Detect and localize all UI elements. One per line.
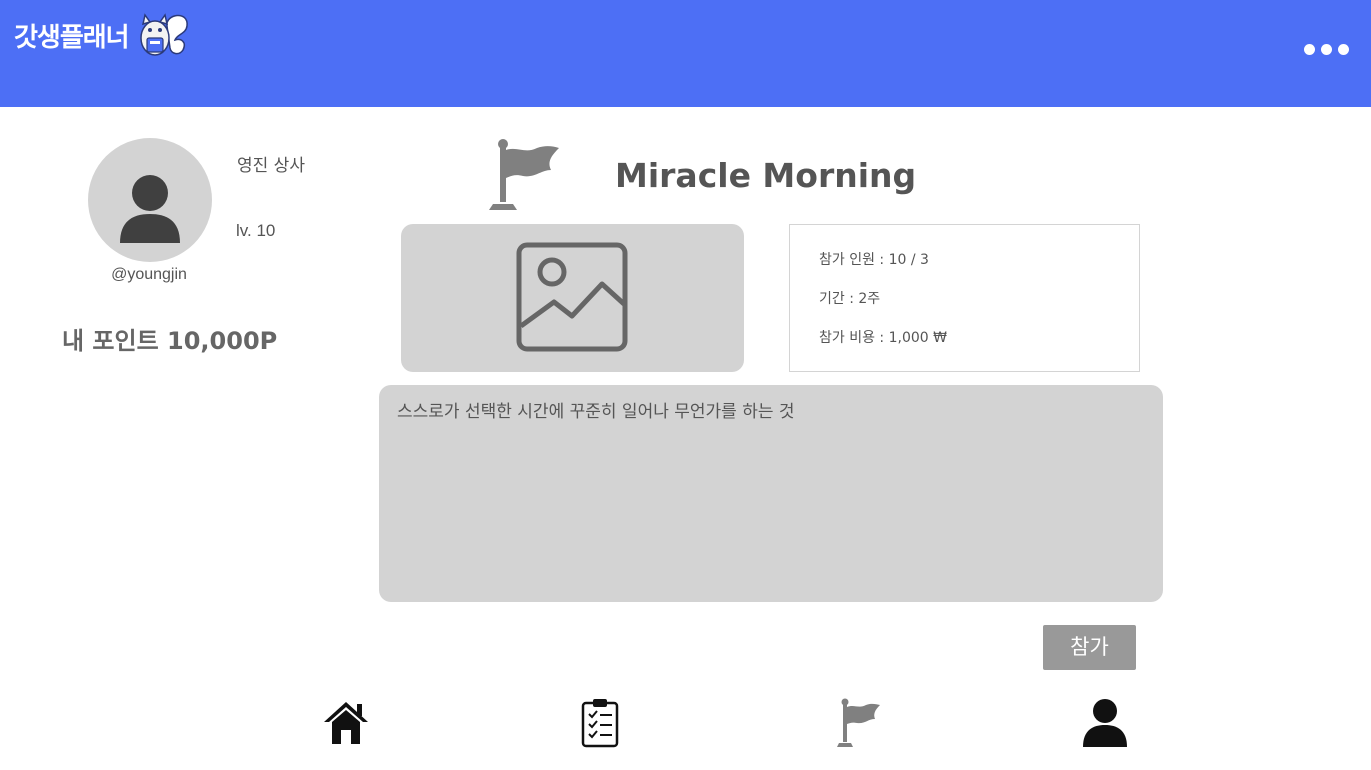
clipboard-checklist-icon (581, 699, 619, 748)
participants-info: 참가 인원 : 10 / 3 (819, 252, 929, 268)
user-icon (1083, 699, 1127, 747)
period-info: 기간 : 2주 (819, 291, 881, 307)
challenge-image (401, 224, 744, 372)
more-dot (1338, 44, 1349, 55)
nav-challenge[interactable] (830, 694, 886, 750)
top-header: 갓생플래너 (0, 0, 1371, 107)
app-title: 갓생플래너 (14, 22, 130, 53)
user-name: 영진 상사 (237, 156, 305, 176)
nav-home[interactable] (318, 694, 374, 750)
join-button[interactable]: 참가 (1043, 625, 1136, 670)
challenge-title: Miracle Morning (615, 156, 917, 195)
flag-icon (489, 139, 559, 210)
more-menu-button[interactable] (1304, 44, 1349, 55)
fee-info: 참가 비용 : 1,000 ₩ (819, 330, 947, 346)
user-handle: @youngjin (111, 266, 187, 283)
squirrel-mascot-icon (139, 13, 188, 56)
brand-logo[interactable]: 갓생플래너 (14, 12, 191, 58)
more-dot (1321, 44, 1332, 55)
home-icon (324, 702, 368, 744)
my-points: 내 포인트 10,000P (62, 327, 278, 355)
nav-todo[interactable] (572, 694, 628, 750)
user-level: lv. 10 (236, 221, 276, 240)
challenge-description: 스스로가 선택한 시간에 꾸준히 일어나 무언가를 하는 것 (379, 385, 1163, 602)
image-placeholder-icon (516, 242, 628, 352)
flag-icon (837, 698, 880, 747)
user-avatar-icon[interactable] (88, 138, 212, 262)
nav-my-page[interactable] (1075, 694, 1131, 750)
more-dot (1304, 44, 1315, 55)
challenge-info: 참가 인원 : 10 / 3 기간 : 2주 참가 비용 : 1,000 ₩ (789, 224, 1140, 372)
